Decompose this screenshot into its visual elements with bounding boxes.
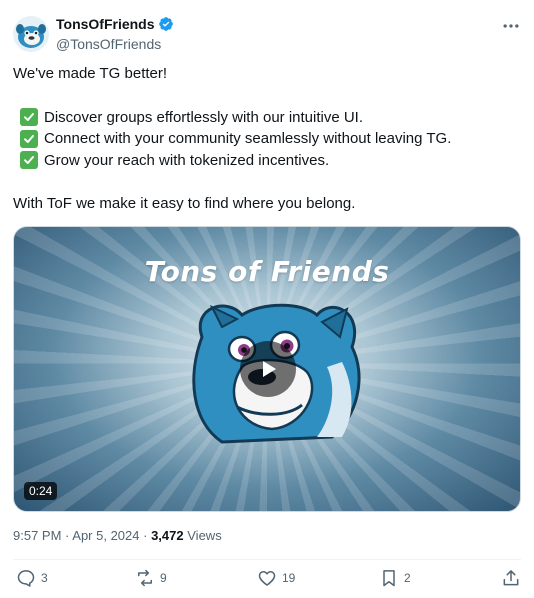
tweet-header: TonsOfFriends @TonsOfFriends [13,14,521,52]
check-item: Grow your reach with tokenized incentive… [20,150,521,172]
tweet-metadata: 9:57 PM · Apr 5, 2024 · 3,472 Views [13,527,222,545]
verified-badge-icon[interactable] [158,16,174,32]
views-count: 3,472 [151,528,184,543]
check-item: Discover groups effortlessly with our in… [20,107,521,129]
separator-dot: · [143,528,152,543]
repost-button[interactable]: 9 [135,568,167,588]
pug-avatar-icon [13,16,49,52]
more-options-icon[interactable] [501,16,521,36]
repost-icon [138,569,152,587]
avatar[interactable] [13,16,49,52]
divider [13,559,521,560]
tweet-date[interactable]: Apr 5, 2024 [72,528,139,543]
author-display-name[interactable]: TonsOfFriends [56,15,155,33]
video-title-overlay: Tons of Friends [144,255,390,288]
tweet-time[interactable]: 9:57 PM [13,528,61,543]
repost-count: 9 [160,571,167,585]
bookmark-count: 2 [404,571,411,585]
share-icon [503,570,519,586]
play-button[interactable] [240,341,296,397]
like-count: 19 [282,571,296,585]
check-mark-icon [20,151,38,170]
play-icon [263,361,276,377]
check-item-text: Discover groups effortlessly with our in… [44,108,364,126]
video-player[interactable]: Tons of Friends 0:24 [13,226,521,512]
check-mark-icon [20,129,38,148]
author-handle[interactable]: @TonsOfFriends [56,35,174,53]
views-label: Views [187,528,222,543]
bookmark-icon [383,570,395,587]
check-item: Connect with your community seamlessly w… [20,128,521,150]
reply-button[interactable]: 3 [16,568,48,588]
reply-count: 3 [41,571,48,585]
check-mark-icon [20,108,38,127]
tweet-line-last: With ToF we make it easy to find where y… [13,195,356,212]
heart-icon [258,571,276,586]
share-button[interactable] [501,568,521,588]
reply-icon [17,570,35,587]
tweet-card: TonsOfFriends @TonsOfFriends We've made … [0,0,534,598]
tweet-line-1: We've made TG better! [13,65,168,82]
tweet-text: We've made TG better! Discover groups ef… [13,63,521,215]
like-button[interactable]: 19 [257,568,295,588]
video-duration-badge: 0:24 [24,482,58,500]
check-item-text: Grow your reach with tokenized incentive… [44,151,330,169]
check-item-text: Connect with your community seamlessly w… [44,130,452,147]
bookmark-button[interactable]: 2 [379,568,411,588]
action-bar: 3 9 19 2 [13,568,521,594]
author-names: TonsOfFriends @TonsOfFriends [56,15,174,53]
